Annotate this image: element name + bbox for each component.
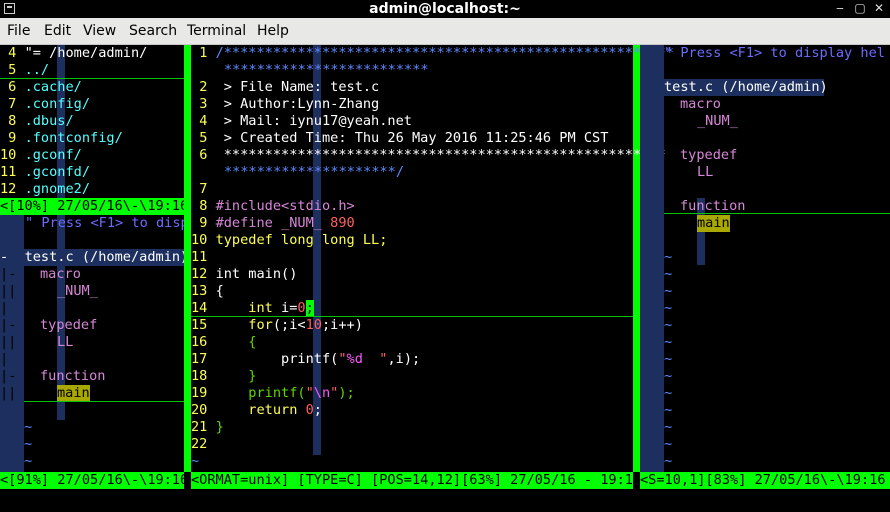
code-line[interactable]: 18 } <box>191 368 256 385</box>
fold-marker: || <box>0 385 17 401</box>
empty-line-tilde: ~ <box>664 334 673 350</box>
empty-line-tilde: ~ <box>664 385 673 401</box>
fold-marker: || <box>0 283 17 299</box>
left-top-statusbar: <[10%] 27/05/16\-\19:16 <box>0 198 184 215</box>
text-cursor: ; <box>305 300 314 316</box>
empty-line-tilde: ~ <box>664 283 673 299</box>
fold-marker[interactable]: |- <box>0 368 16 385</box>
file-list-row[interactable]: 11 .gconfd/ <box>0 164 90 181</box>
window-titlebar: admin@localhost:~ ‒ ▢ ✕ <box>0 0 890 18</box>
code-line[interactable]: 19 printf("\n"); <box>191 385 355 402</box>
code-line[interactable]: 2 > File Name: test.c <box>191 79 379 96</box>
tagbar-function-item[interactable]: main <box>697 215 730 232</box>
code-line[interactable]: 9 #define _NUM_ 890 <box>191 215 355 232</box>
code-line[interactable]: 4 > Mail: iynu17@yeah.net <box>191 113 412 130</box>
left-split-separator[interactable] <box>184 45 191 472</box>
tagbar-typedef-item[interactable]: LL <box>57 334 73 351</box>
tagbar-file-header[interactable]: - test.c (/home/admin) <box>0 249 188 266</box>
code-line[interactable]: 16 { <box>191 334 256 351</box>
terminal-area[interactable]: 4 "= /home/admin/ 5 ../ 6 .cache/ 7 .con… <box>0 45 890 512</box>
code-line[interactable]: 17 printf("%d ",i); <box>191 351 420 368</box>
empty-line-tilde: ~ <box>664 402 673 418</box>
right-split-separator[interactable] <box>633 45 640 472</box>
code-line-wrap[interactable]: ************************* <box>224 62 429 79</box>
fold-marker: || <box>0 334 17 350</box>
menu-help[interactable]: Help <box>257 23 289 40</box>
code-line[interactable]: 7 <box>191 181 207 198</box>
cursor-line <box>664 213 890 214</box>
file-list-row[interactable]: 9 .fontconfig/ <box>0 130 123 147</box>
code-line[interactable]: 14 int i=0; <box>191 300 314 317</box>
file-list-row[interactable]: 4 "= /home/admin/ <box>0 45 147 62</box>
code-line[interactable]: 3 > Author:Lynn-Zhang <box>191 96 379 113</box>
empty-line-tilde: ~ <box>664 453 673 469</box>
empty-line-tilde: ~ <box>24 453 33 469</box>
file-list-row[interactable]: 6 .cache/ <box>0 79 82 96</box>
code-line[interactable]: 15 for(;i<10;i++) <box>191 317 363 334</box>
menu-file[interactable]: File <box>7 23 30 40</box>
empty-line-tilde: ~ <box>664 249 673 265</box>
fold-marker[interactable]: |- <box>0 317 16 334</box>
menu-terminal[interactable]: Terminal <box>187 23 246 40</box>
code-line[interactable]: 5 > Created Time: Thu 26 May 2016 11:25:… <box>191 130 608 147</box>
code-line[interactable]: 8 #include<stdio.h> <box>191 198 355 215</box>
code-line[interactable]: 1 /*************************************… <box>191 45 674 62</box>
empty-line-tilde: ~ <box>664 266 673 282</box>
code-line[interactable]: 12 int main() <box>191 266 297 283</box>
menu-view[interactable]: View <box>83 23 116 40</box>
tagbar-macro-label[interactable]: macro <box>40 266 81 283</box>
window-title: admin@localhost:~ <box>369 1 521 17</box>
tagbar-typedef-item[interactable]: LL <box>697 164 713 181</box>
minimize-icon[interactable]: ‒ <box>834 2 846 14</box>
empty-line-tilde: ~ <box>24 436 33 452</box>
file-list-row[interactable]: 5 ../ <box>0 62 49 79</box>
code-line[interactable]: 13 { <box>191 283 224 300</box>
empty-line-tilde: ~ <box>664 368 673 384</box>
code-line[interactable]: 20 return 0; <box>191 402 322 419</box>
empty-line-tilde: ~ <box>664 300 673 316</box>
code-line[interactable]: 10 typedef long long LL; <box>191 232 387 249</box>
file-list-row[interactable]: 8 .dbus/ <box>0 113 74 130</box>
file-list-row[interactable]: 10 .gconf/ <box>0 147 82 164</box>
fold-gutter <box>640 45 664 472</box>
fold-marker: | <box>0 300 9 316</box>
close-icon[interactable]: ✕ <box>873 2 885 14</box>
menu-edit[interactable]: Edit <box>44 23 71 40</box>
code-line[interactable]: 22 <box>191 436 207 453</box>
code-line[interactable]: 21 } <box>191 419 224 436</box>
empty-line-tilde: ~ <box>664 419 673 435</box>
empty-line-tilde: ~ <box>664 351 673 367</box>
empty-line-tilde: ~ <box>664 317 673 333</box>
empty-line-tilde: ~ <box>664 436 673 452</box>
tagbar-macro-item[interactable]: _NUM_ <box>57 283 98 300</box>
file-list-row[interactable]: 12 .gnome2/ <box>0 181 90 198</box>
tagbar-function-label[interactable]: function <box>40 368 105 385</box>
tagbar-typedef-label[interactable]: typedef <box>40 317 97 334</box>
cursor-line <box>24 401 184 402</box>
code-line[interactable]: 11 <box>191 249 207 266</box>
maximize-icon[interactable]: ▢ <box>854 2 866 14</box>
empty-line-tilde: ~ <box>24 419 33 435</box>
menu-search[interactable]: Search <box>129 23 177 40</box>
fold-marker[interactable]: |- <box>0 266 16 283</box>
tagbar-macro-label[interactable]: macro <box>680 96 721 113</box>
fold-marker: | <box>0 351 9 367</box>
code-line[interactable]: 6 **************************************… <box>191 147 666 164</box>
tagbar-help-hint: " Press <F1> to display hel <box>664 45 885 61</box>
menu-bar: File Edit View Search Terminal Help <box>0 18 890 45</box>
tagbar-function-item[interactable]: main <box>57 385 90 402</box>
tagbar-file-header[interactable]: test.c (/home/admin) <box>664 79 828 96</box>
file-list-row[interactable]: 7 .config/ <box>0 96 90 113</box>
left-bottom-statusbar: <[91%] 27/05/16\-\19:16 <box>0 472 184 489</box>
code-line-wrap[interactable]: *********************/ <box>224 164 404 181</box>
editor-statusbar: <ORMAT=unix] [TYPE=C] [POS=14,12][63%] 2… <box>191 472 633 489</box>
tagbar-help-hint: " Press <F1> to disp <box>25 215 189 231</box>
tagbar-macro-item[interactable]: _NUM_ <box>697 113 738 130</box>
right-statusbar: <S=10,1][83%] 27/05/16\-\19:16 <box>640 472 890 489</box>
empty-line-tilde: ~ <box>191 453 200 469</box>
tagbar-typedef-label[interactable]: typedef <box>680 147 737 164</box>
